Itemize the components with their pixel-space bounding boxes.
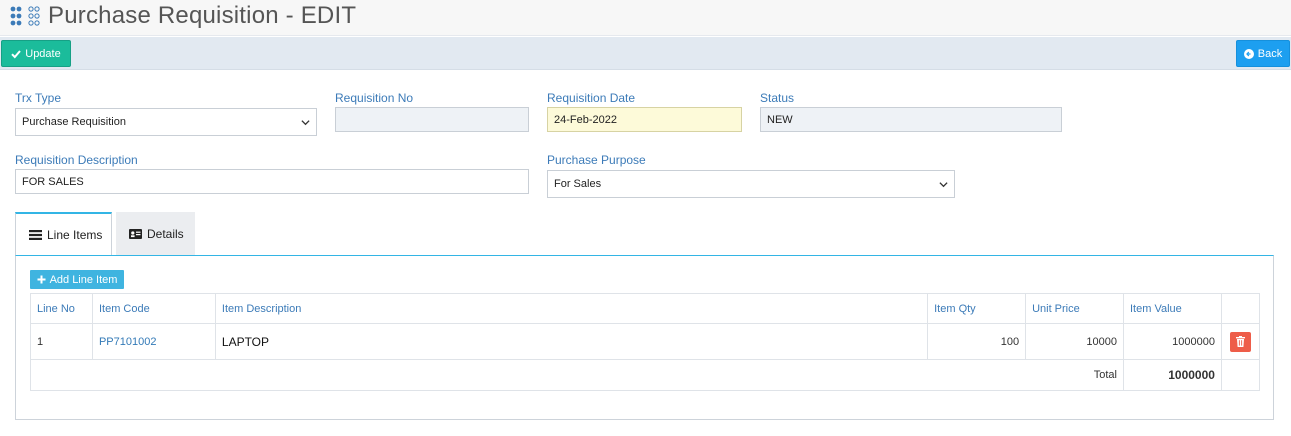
tab-details-label: Details [147,226,184,241]
item-value-cell: 1000000 [1123,323,1222,360]
column-header-item-value: Item Value [1123,293,1222,324]
title-bar: Purchase Requisition - EDIT [0,0,1291,36]
column-header-line-no: Line No [30,293,93,324]
list-icon [29,229,42,240]
update-button[interactable]: Update [1,40,71,67]
requisition-description-field[interactable]: FOR SALES [15,169,529,194]
actions-cell [1220,323,1261,360]
item-qty-cell: 100 [927,323,1027,360]
column-header-item-code: Item Code [91,293,216,324]
table-total-row: Total 1000000 [30,359,1261,391]
purchase-purpose-value: For Sales [554,178,602,190]
total-value-cell: 1000000 [1123,359,1222,391]
back-button[interactable]: Back [1236,40,1290,67]
requisition-no-field [335,107,529,132]
line-no-cell: 1 [30,323,93,360]
tab-line-items[interactable]: Line Items [15,212,112,255]
requisition-no-label: Requisition No [335,91,414,105]
chevron-down-icon [939,182,948,188]
action-bar: Update Back [0,37,1291,70]
grid-dots-icon [10,6,40,26]
item-code-cell: PP7101002 [91,323,216,360]
tab-line-items-label: Line Items [47,227,103,242]
tab-details[interactable]: Details [116,212,195,255]
requisition-description-label: Requisition Description [15,153,138,167]
table-header-row: Line No Item Code Item Description Item … [30,293,1261,324]
total-label-cell: Total [30,359,1124,391]
plus-icon [37,275,46,284]
column-header-unit-price: Unit Price [1025,293,1124,324]
chevron-down-icon [301,120,310,126]
purchase-purpose-select[interactable]: For Sales [547,170,955,198]
add-line-item-label: Add Line Item [49,273,118,286]
line-items-table: Line No Item Code Item Description Item … [30,293,1261,391]
back-button-label: Back [1257,47,1283,60]
status-label: Status [760,91,795,105]
status-value: NEW [767,113,793,126]
table-row: 1 PP7101002 LAPTOP 100 10000 1000000 [30,323,1261,360]
item-description-cell: LAPTOP [214,323,929,360]
requisition-date-field[interactable]: 24-Feb-2022 [547,107,742,132]
requisition-date-label: Requisition Date [547,91,636,105]
trx-type-value: Purchase Requisition [22,116,126,128]
purchase-purpose-label: Purchase Purpose [547,153,646,167]
total-empty-cell [1220,359,1261,391]
update-button-label: Update [25,47,61,60]
requisition-date-value: 24-Feb-2022 [554,113,617,126]
unit-price-cell: 10000 [1025,323,1124,360]
add-line-item-button[interactable]: Add Line Item [30,270,124,289]
trx-type-select[interactable]: Purchase Requisition [15,108,317,136]
column-header-item-qty: Item Qty [927,293,1027,324]
column-header-actions [1220,293,1261,324]
column-header-item-description: Item Description [214,293,929,324]
item-code-link[interactable]: PP7101002 [99,336,157,348]
delete-row-button[interactable] [1229,331,1251,352]
trash-icon [1235,336,1245,347]
trx-type-label: Trx Type [15,91,62,105]
page-title: Purchase Requisition - EDIT [48,2,357,29]
id-card-icon [129,228,142,239]
arrow-circle-left-icon [1243,48,1254,59]
status-field: NEW [760,107,1062,132]
requisition-description-value: FOR SALES [22,175,84,188]
check-icon [11,49,22,58]
